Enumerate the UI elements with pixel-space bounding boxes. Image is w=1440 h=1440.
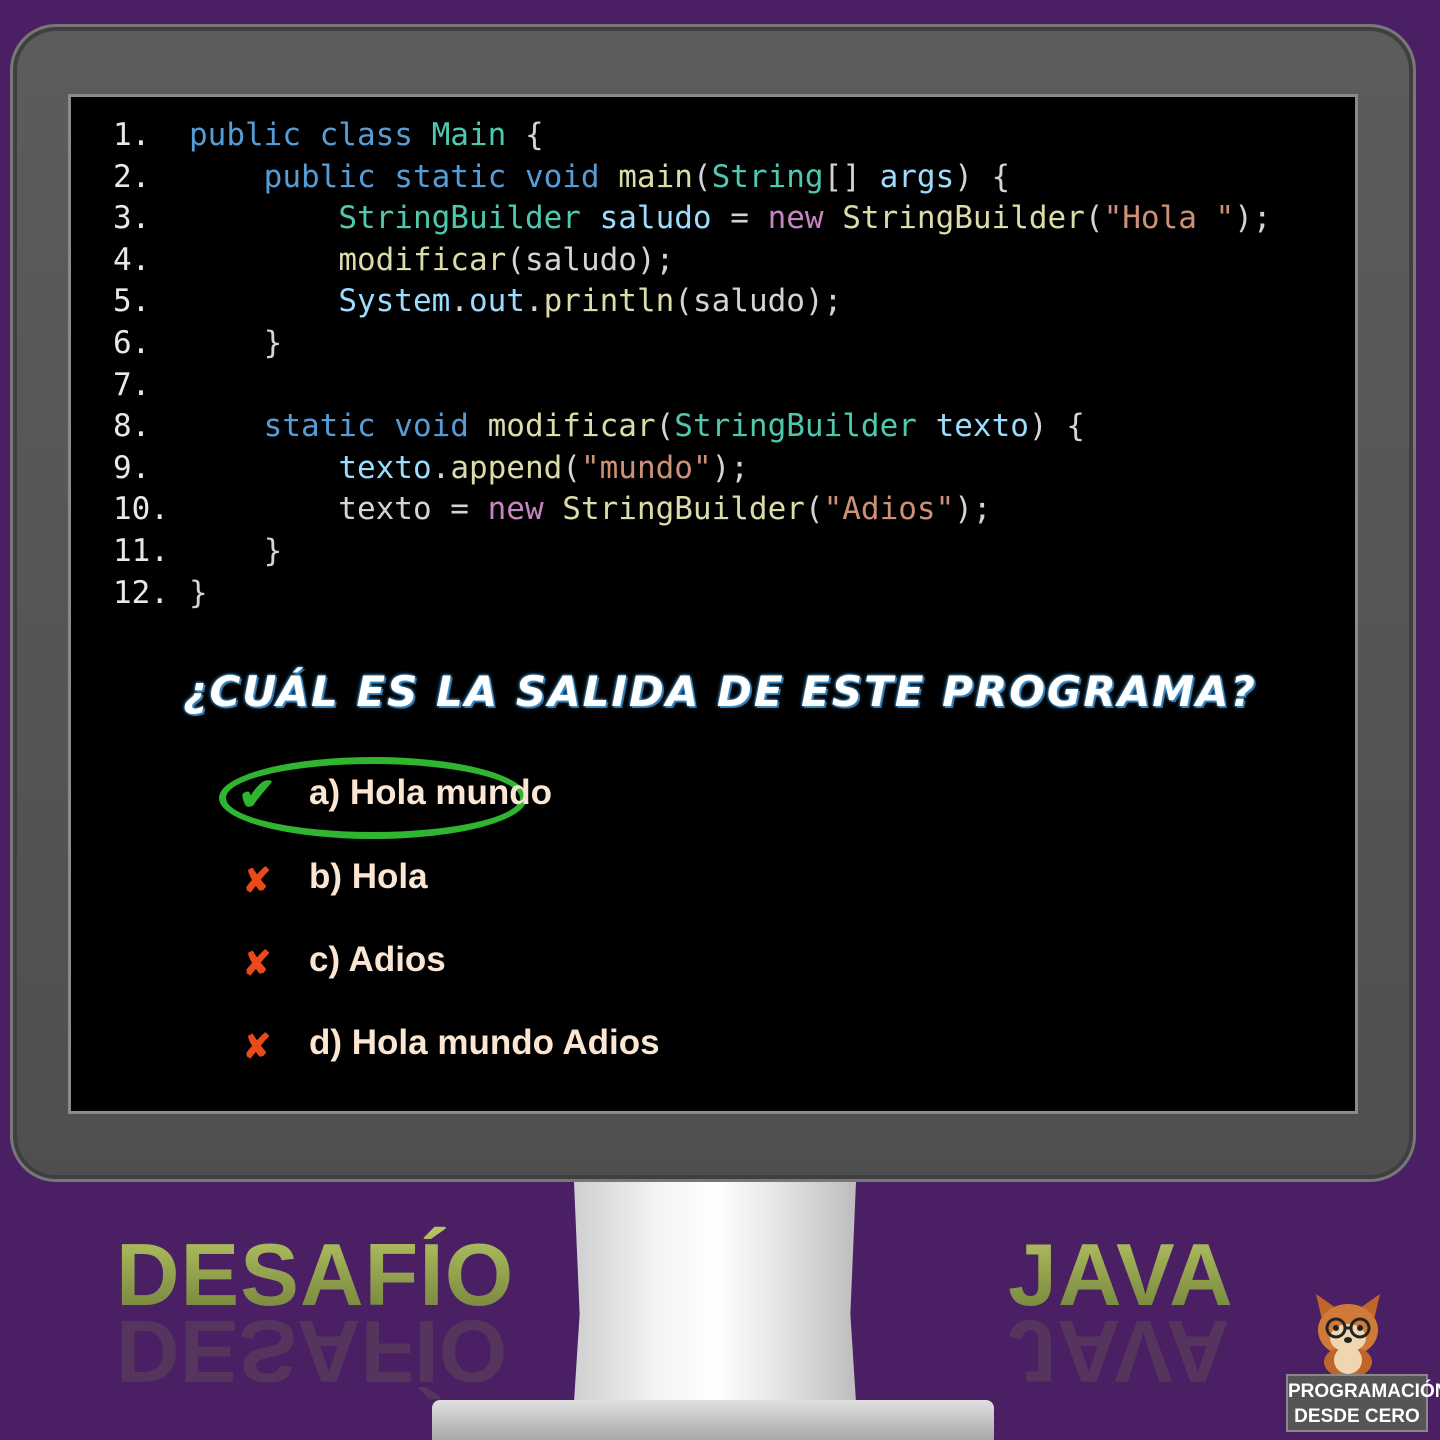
line-number: 4. — [113, 241, 151, 278]
code-token: ( — [1084, 200, 1104, 237]
line-number: 10. — [113, 491, 169, 528]
code-token: ( — [655, 408, 675, 445]
code-token: (saludo); — [506, 241, 675, 278]
code-token: StringBuilder — [674, 408, 936, 445]
code-token: public static void — [263, 158, 619, 195]
footer-title-left-reflection: DESAFÍO — [116, 1302, 508, 1401]
code-token: ) { — [954, 158, 1011, 195]
line-number: 8. — [113, 408, 151, 445]
code-token: saludo — [599, 200, 712, 237]
code-token: . — [450, 283, 469, 320]
option-label: d) Hola mundo Adios — [309, 1023, 660, 1062]
code-token: StringBuilder — [562, 491, 805, 528]
code-token: texto — [935, 408, 1029, 445]
code-token: ) { — [1028, 408, 1085, 445]
code-token: StringBuilder — [338, 200, 600, 237]
code-token: "Adios" — [823, 491, 955, 528]
code-token: texto = — [189, 491, 488, 528]
code-token: modificar — [338, 241, 507, 278]
code-token: String — [711, 158, 824, 195]
code-token: new — [487, 491, 563, 528]
footer-title-right-reflection: JAVA — [1008, 1302, 1230, 1401]
code-line: 12.} — [113, 573, 1272, 615]
monitor-stand-base — [432, 1400, 994, 1440]
code-token: ); — [954, 491, 992, 528]
fox-mascot-icon — [1316, 1294, 1380, 1376]
code-token: ( — [562, 449, 581, 486]
code-token: (saludo); — [674, 283, 843, 320]
code-token: texto — [338, 449, 432, 486]
code-line: 11. } — [113, 531, 1272, 573]
code-token: . — [524, 283, 544, 320]
line-number: 1. — [113, 117, 151, 153]
line-number: 3. — [113, 200, 151, 237]
monitor-stand-neck — [574, 1182, 856, 1402]
logo-line-1: PROGRAMACIÓN — [1288, 1381, 1440, 1402]
code-token: StringBuilder — [842, 200, 1085, 237]
code-token: "mundo" — [580, 449, 712, 486]
code-line: 5. System.out.println(saludo); — [113, 281, 1272, 323]
code-token: args — [879, 158, 955, 195]
code-token: public class — [189, 117, 432, 153]
code-token: ( — [804, 491, 824, 528]
code-token: main — [618, 158, 693, 195]
code-token: ( — [692, 158, 712, 195]
code-token: } — [189, 532, 283, 569]
code-line: 8. static void modificar(StringBuilder t… — [113, 406, 1272, 448]
code-token: [] — [823, 158, 880, 195]
code-token: append — [450, 449, 563, 486]
code-token: Main — [431, 117, 507, 153]
line-number: 5. — [113, 283, 151, 320]
cross-icon: ✘ — [242, 1028, 272, 1066]
code-token: } — [189, 324, 283, 361]
code-line: 3. StringBuilder saludo = new StringBuil… — [113, 198, 1272, 240]
code-token: System — [338, 283, 451, 320]
code-line: 7. — [113, 365, 1272, 407]
code-line: 2. public static void main(String[] args… — [113, 157, 1272, 199]
line-number: 7. — [113, 366, 151, 403]
option-label: c) Adios — [309, 940, 446, 979]
code-token: } — [189, 574, 208, 611]
code-token: ); — [711, 449, 749, 486]
cross-icon: ✘ — [242, 862, 272, 900]
code-token: . — [431, 449, 451, 486]
logo-line-2: DESDE CERO — [1294, 1406, 1420, 1427]
code-token: new — [767, 200, 843, 237]
line-number: 12. — [113, 574, 169, 611]
option-label: b) Hola — [309, 857, 428, 896]
line-number: 9. — [113, 449, 151, 486]
code-token: out — [468, 283, 525, 320]
code-token: modificar — [487, 408, 656, 445]
check-icon: ✔ — [237, 768, 277, 820]
code-token: { — [506, 117, 544, 153]
line-number: 6. — [113, 324, 151, 361]
line-number: 11. — [113, 532, 169, 569]
option-label: a) Hola mundo — [309, 773, 553, 812]
code-token: = — [711, 200, 768, 237]
code-line: 10. texto = new StringBuilder("Adios"); — [113, 489, 1272, 531]
brand-logo: PROGRAMACIÓN DESDE CERO — [1286, 1374, 1440, 1432]
monitor-screen: 1. public class Main {2. public static vo… — [68, 94, 1358, 1114]
code-line: 4. modificar(saludo); — [113, 240, 1272, 282]
code-token: "Hola " — [1103, 200, 1235, 237]
code-line: 6. } — [113, 323, 1272, 365]
code-token: static void — [263, 408, 488, 445]
cross-icon: ✘ — [242, 945, 272, 983]
code-line: 9. texto.append("mundo"); — [113, 448, 1272, 490]
line-number: 2. — [113, 158, 151, 195]
question-title: ¿CUÁL ES LA SALIDA DE ESTE PROGRAMA? — [183, 667, 1257, 716]
code-block: 1. public class Main {2. public static vo… — [113, 115, 1272, 614]
code-token: ); — [1234, 200, 1272, 237]
code-line: 1. public class Main { — [113, 115, 1272, 157]
code-token: println — [543, 283, 675, 320]
